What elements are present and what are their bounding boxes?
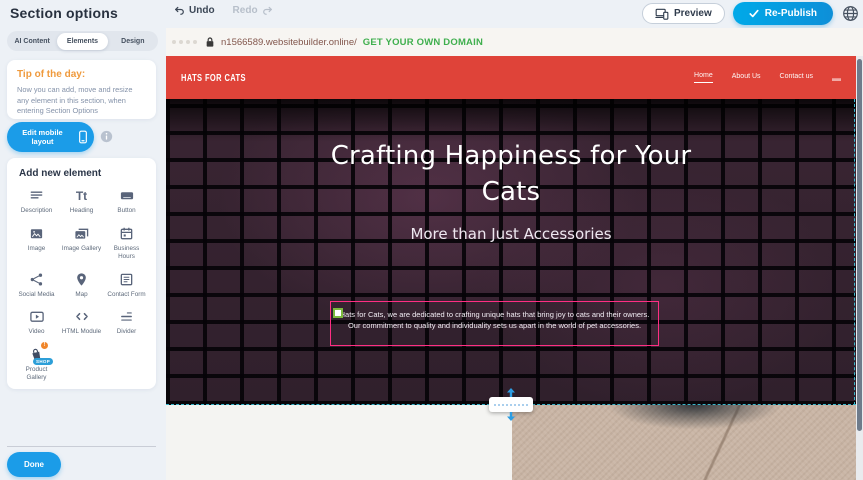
business-hours-icon bbox=[118, 225, 135, 242]
hero-subheading[interactable]: More than Just Accessories bbox=[166, 225, 856, 243]
undo-button[interactable]: Undo bbox=[172, 3, 217, 18]
button-icon bbox=[118, 187, 135, 204]
heading-icon: Tt bbox=[73, 187, 90, 204]
add-element-product-gallery[interactable]: ! SHOP Product Gallery bbox=[15, 346, 58, 383]
add-element-html-module[interactable]: HTML Module bbox=[60, 308, 103, 337]
add-element-map[interactable]: Map bbox=[60, 271, 103, 300]
add-element-social-media[interactable]: Social Media bbox=[15, 271, 58, 300]
add-element-heading[interactable]: Tt Heading bbox=[60, 187, 103, 216]
phone-icon bbox=[78, 130, 88, 144]
sidebar: AI Content Elements Design Tip of the da… bbox=[0, 28, 166, 480]
site-url: n1566589.websitebuilder.online/ bbox=[221, 37, 357, 48]
preview-scrollbar[interactable] bbox=[856, 56, 863, 480]
add-element-video[interactable]: Video bbox=[15, 308, 58, 337]
tab-elements[interactable]: Elements bbox=[57, 33, 107, 50]
undo-icon bbox=[174, 5, 185, 16]
page-title: Section options bbox=[10, 5, 118, 21]
redo-icon bbox=[262, 5, 273, 16]
next-section-image bbox=[512, 405, 856, 480]
redo-label: Redo bbox=[233, 5, 258, 16]
section-resize-handle[interactable] bbox=[489, 397, 533, 412]
hero-heading[interactable]: Crafting Happiness for Your Cats bbox=[311, 139, 711, 211]
scrollbar-thumb[interactable] bbox=[857, 59, 862, 431]
image-gallery-icon bbox=[73, 225, 90, 242]
hero-section[interactable]: Crafting Happiness for Your Cats More th… bbox=[166, 99, 856, 405]
language-globe-icon[interactable] bbox=[841, 5, 859, 23]
check-icon bbox=[749, 9, 759, 18]
html-module-icon bbox=[73, 308, 90, 325]
nav-about-us[interactable]: About Us bbox=[732, 73, 761, 83]
hero-body-text: Hats for Cats, we are dedicated to craft… bbox=[339, 309, 650, 331]
section-boundary-right bbox=[854, 99, 855, 405]
preview-device-icon bbox=[655, 8, 669, 20]
site-logo[interactable]: HATS FOR CATS bbox=[181, 71, 246, 83]
sidebar-divider bbox=[7, 446, 156, 447]
undo-label: Undo bbox=[189, 5, 215, 16]
topbar: Section options Undo Redo Preview bbox=[0, 0, 863, 28]
edit-mobile-layout-button[interactable]: Edit mobile layout bbox=[7, 122, 94, 152]
add-new-element-title: Add new element bbox=[19, 168, 148, 179]
get-your-own-domain-link[interactable]: GET YOUR OWN DOMAIN bbox=[363, 37, 483, 48]
add-element-business-hours[interactable]: Business Hours bbox=[105, 225, 148, 262]
tab-design[interactable]: Design bbox=[108, 33, 158, 50]
add-element-image-gallery[interactable]: Image Gallery bbox=[60, 225, 103, 262]
nav-home[interactable]: Home bbox=[694, 72, 713, 83]
browser-bar: n1566589.websitebuilder.online/ GET YOUR… bbox=[166, 28, 863, 56]
info-icon[interactable] bbox=[100, 130, 113, 143]
tip-title: Tip of the day: bbox=[17, 69, 146, 80]
arrow-up-icon bbox=[506, 388, 516, 397]
add-element-image[interactable]: Image bbox=[15, 225, 58, 262]
divider-icon bbox=[118, 308, 135, 325]
republish-button[interactable]: Re-Publish bbox=[733, 2, 833, 25]
arrow-down-icon bbox=[506, 412, 516, 421]
product-gallery-badge-icon: ! bbox=[40, 341, 49, 350]
tab-ai-content[interactable]: AI Content bbox=[7, 33, 57, 50]
preview-button[interactable]: Preview bbox=[642, 3, 725, 24]
topbar-actions: Preview Re-Publish bbox=[642, 2, 859, 25]
undo-redo-group: Undo Redo bbox=[172, 3, 275, 18]
nav-contact-us[interactable]: Contact us bbox=[780, 73, 813, 83]
product-gallery-shop-tag: SHOP bbox=[33, 358, 53, 365]
selected-text-element[interactable]: Hats for Cats, we are dedicated to craft… bbox=[330, 301, 659, 346]
tip-of-the-day-card: Tip of the day: Now you can add, move an… bbox=[7, 60, 156, 119]
done-button[interactable]: Done bbox=[7, 452, 61, 477]
add-element-contact-form[interactable]: Contact Form bbox=[105, 271, 148, 300]
edit-mobile-layout-label: Edit mobile layout bbox=[13, 128, 72, 146]
add-new-element-panel: Add new element Description Tt Heading bbox=[7, 158, 156, 389]
next-section-blank bbox=[166, 405, 512, 480]
republish-label: Re-Publish bbox=[765, 8, 817, 19]
element-drag-handle[interactable] bbox=[333, 308, 343, 318]
preview-area: n1566589.websitebuilder.online/ GET YOUR… bbox=[166, 28, 863, 480]
description-icon bbox=[28, 187, 45, 204]
tip-body: Now you can add, move and resize any ele… bbox=[17, 85, 146, 117]
social-media-icon bbox=[28, 271, 45, 288]
website-builder-app: Section options Undo Redo Preview bbox=[0, 0, 863, 480]
product-gallery-icon: ! SHOP bbox=[28, 346, 45, 363]
site-header: HATS FOR CATS Home About Us Contact us ▬ bbox=[166, 56, 856, 99]
preview-label: Preview bbox=[674, 8, 712, 19]
element-grid: Description Tt Heading Button Ima bbox=[15, 187, 148, 383]
map-icon bbox=[73, 271, 90, 288]
lock-icon bbox=[205, 36, 215, 48]
image-icon bbox=[28, 225, 45, 242]
add-element-divider[interactable]: Divider bbox=[105, 308, 148, 337]
site-viewport: HATS FOR CATS Home About Us Contact us ▬… bbox=[166, 56, 856, 480]
sidebar-tabs: AI Content Elements Design bbox=[7, 31, 158, 51]
video-icon bbox=[28, 308, 45, 325]
window-dots-icon bbox=[172, 40, 197, 44]
add-element-description[interactable]: Description bbox=[15, 187, 58, 216]
redo-button[interactable]: Redo bbox=[231, 3, 275, 18]
add-element-button[interactable]: Button bbox=[105, 187, 148, 216]
site-nav: Home About Us Contact us ▬ bbox=[694, 72, 841, 83]
contact-form-icon bbox=[118, 271, 135, 288]
